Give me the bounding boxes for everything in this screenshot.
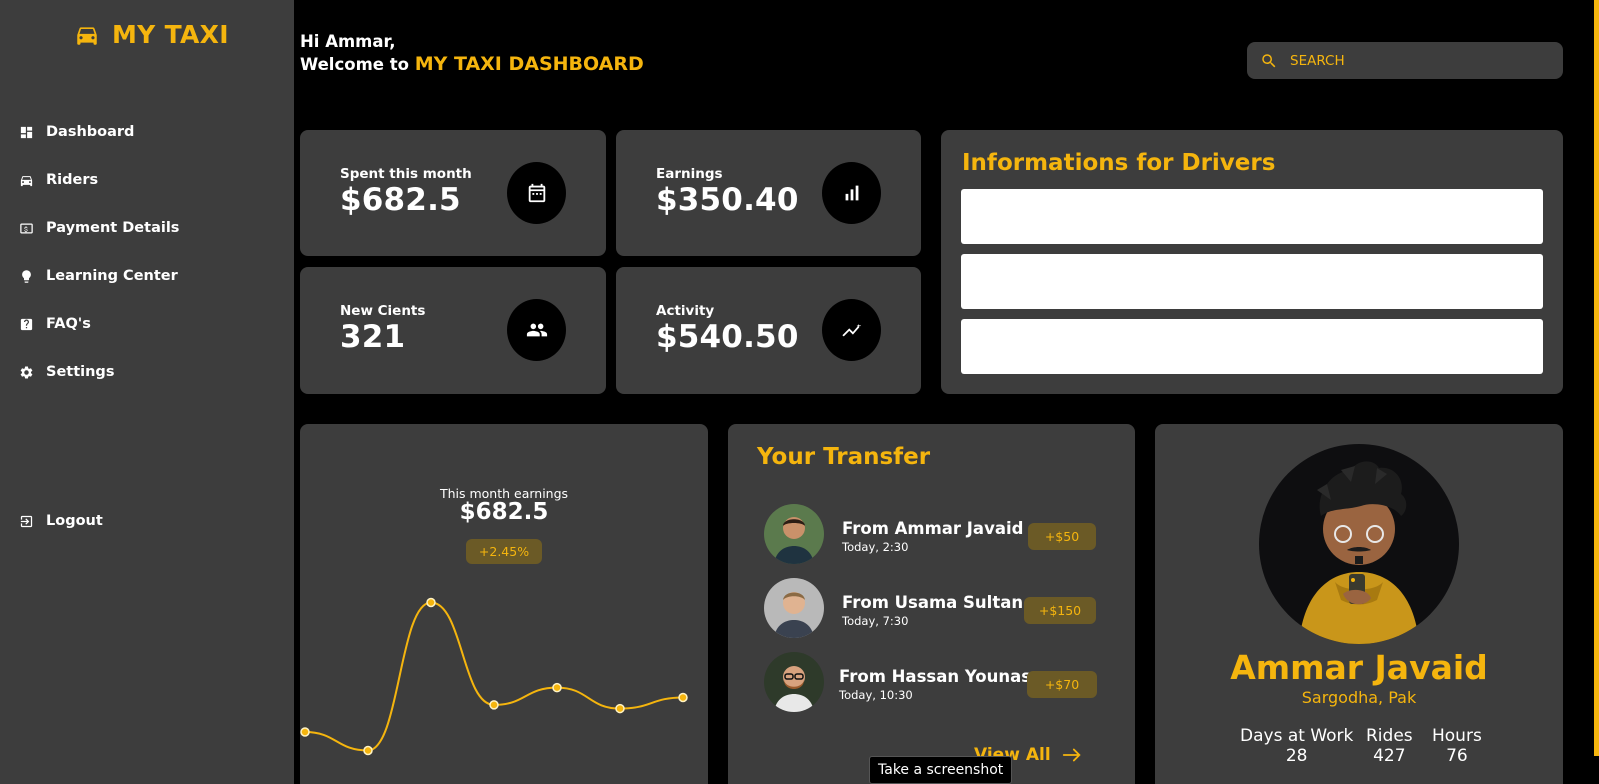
earnings-data-point[interactable] — [678, 692, 688, 703]
screenshot-tooltip: Take a screenshot — [869, 756, 1013, 784]
stat-card-new-clients: New Cients 321 — [300, 267, 606, 394]
stat-label: Spent this month — [340, 166, 472, 182]
transfer-amount-badge: +$70 — [1027, 671, 1097, 698]
profile-stat-value: 28 — [1285, 746, 1308, 766]
earnings-data-point[interactable] — [300, 727, 310, 737]
welcome-text: Welcome to — [300, 55, 409, 74]
profile-avatar — [1259, 444, 1459, 644]
sidebar-item-dashboard[interactable]: Dashboard — [19, 108, 179, 156]
transfer-time: Today, 7:30 — [842, 614, 909, 628]
dashboard-name: MY TAXI DASHBOARD — [414, 53, 644, 75]
transfer-name: From Ammar Javaid — [842, 519, 1024, 538]
stat-label: New Cients — [340, 303, 426, 319]
dashboard-icon — [19, 125, 34, 140]
profile-stat-label: Hours — [1432, 726, 1482, 746]
profile-name: Ammar Javaid — [1230, 648, 1488, 687]
profile-stat-label: Days at Work — [1240, 726, 1354, 746]
stat-label: Activity — [656, 303, 715, 319]
search-bar[interactable] — [1247, 42, 1563, 79]
earnings-card: This month earnings $682.5 +2.45% — [300, 424, 708, 784]
people-icon — [507, 299, 566, 361]
transfer-time: Today, 2:30 — [842, 540, 909, 554]
transfer-amount-badge: +$50 — [1028, 523, 1096, 550]
sidebar-item-payment-details[interactable]: Payment Details — [19, 204, 179, 252]
transfer-time: Today, 10:30 — [839, 688, 913, 702]
profile-stat-rides: Rides 427 — [1366, 726, 1413, 766]
logout-icon — [19, 514, 34, 529]
sidebar-item-label: Settings — [46, 364, 115, 380]
sidebar-item-learning-center[interactable]: Learning Center — [19, 252, 179, 300]
profile-stat-hours: Hours 76 — [1432, 726, 1482, 766]
sidebar-item-faqs[interactable]: FAQ's — [19, 300, 179, 348]
bar-chart-icon — [822, 162, 881, 224]
search-input[interactable] — [1290, 52, 1540, 69]
info-item[interactable] — [961, 319, 1543, 374]
earnings-data-point[interactable] — [489, 700, 499, 710]
sidebar-item-label: Riders — [46, 172, 99, 188]
scrollbar-accent — [1594, 0, 1599, 756]
calendar-icon — [507, 162, 566, 224]
info-item[interactable] — [961, 254, 1543, 309]
stat-value: 321 — [340, 319, 406, 355]
greeting-line: Hi Ammar, — [300, 32, 396, 51]
transfer-name: From Hassan Younas — [839, 667, 1032, 686]
earnings-data-point[interactable] — [552, 682, 562, 693]
lightbulb-icon — [19, 269, 34, 284]
earnings-line-chart — [300, 597, 688, 756]
sidebar-item-label: FAQ's — [46, 316, 91, 332]
stat-card-earnings: Earnings $350.40 — [616, 130, 921, 256]
sidebar: MY TAXI Dashboard Riders Payment Details… — [0, 0, 294, 784]
logout-button[interactable]: Logout — [19, 497, 103, 545]
info-title: Informations for Drivers — [962, 150, 1276, 176]
transfer-amount-badge: +$150 — [1024, 597, 1096, 624]
dashboard-page: MY TAXI Dashboard Riders Payment Details… — [0, 0, 1599, 784]
stat-card-activity: Activity $540.50 — [616, 267, 921, 394]
stat-card-spent: Spent this month $682.5 — [300, 130, 606, 256]
logout-label: Logout — [46, 513, 103, 529]
earnings-data-point[interactable] — [363, 745, 373, 756]
gear-icon — [19, 365, 34, 380]
profile-stat-days: Days at Work 28 — [1240, 726, 1353, 766]
transfer-row[interactable]: From Hassan Younas Today, 10:30 +$70 — [764, 652, 1097, 712]
search-icon — [1262, 53, 1276, 67]
profile-stat-value: 427 — [1373, 746, 1406, 766]
help-icon — [19, 317, 34, 332]
profile-card: Ammar Javaid Sargodha, Pak Days at Work … — [1155, 424, 1563, 784]
transfer-row[interactable]: From Usama Sultan Today, 7:30 +$150 — [764, 578, 1096, 638]
earnings-data-point[interactable] — [615, 703, 625, 714]
sidebar-item-settings[interactable]: Settings — [19, 348, 179, 396]
stat-value: $682.5 — [340, 182, 461, 218]
brand-logo[interactable]: MY TAXI — [74, 20, 229, 49]
avatar — [764, 652, 824, 712]
info-item[interactable] — [961, 189, 1543, 244]
profile-stat-label: Rides — [1366, 726, 1413, 746]
arrow-right-icon — [1062, 748, 1081, 762]
car-icon — [19, 173, 34, 188]
profile-location: Sargodha, Pak — [1301, 688, 1417, 707]
stat-value: $350.40 — [656, 182, 799, 218]
avatar — [764, 578, 824, 638]
sidebar-item-label: Payment Details — [46, 220, 180, 236]
earnings-data-point[interactable] — [426, 597, 436, 608]
car-icon — [77, 26, 97, 45]
stat-label: Earnings — [656, 166, 723, 182]
profile-stat-value: 76 — [1446, 746, 1468, 766]
info-panel: Informations for Drivers — [941, 130, 1563, 394]
transfer-title: Your Transfer — [757, 444, 931, 470]
sidebar-nav: Dashboard Riders Payment Details Learnin… — [19, 108, 179, 396]
avatar — [764, 504, 824, 564]
stat-value: $540.50 — [656, 319, 799, 355]
transfer-row[interactable]: From Ammar Javaid Today, 2:30 +$50 — [764, 504, 1096, 564]
sidebar-item-label: Learning Center — [46, 268, 178, 284]
earnings-series-line — [304, 601, 684, 752]
trending-icon — [822, 299, 881, 361]
transfer-name: From Usama Sultan — [842, 593, 1024, 612]
sidebar-item-label: Dashboard — [46, 124, 135, 140]
transfer-card: Your Transfer From Ammar Javaid Today, 2… — [728, 424, 1135, 784]
brand-name: MY TAXI — [112, 20, 229, 49]
greeting: Hi Ammar, Welcome to MY TAXI DASHBOARD — [300, 30, 644, 76]
sidebar-item-riders[interactable]: Riders — [19, 156, 179, 204]
welcome-line: Welcome to MY TAXI DASHBOARD — [300, 53, 644, 76]
payment-icon — [19, 221, 34, 236]
